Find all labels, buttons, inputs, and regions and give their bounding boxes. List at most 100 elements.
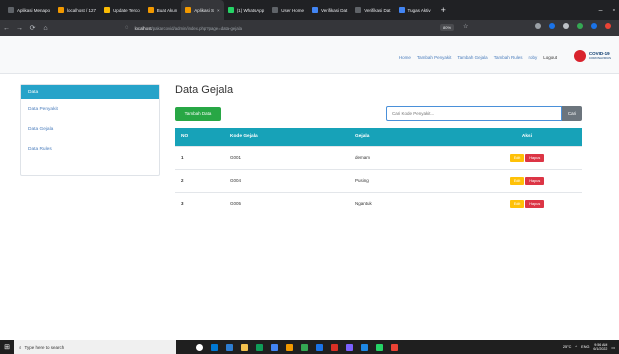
address-bar[interactable]: ◌ localhost /pakarcovid/admin/index.php?…	[125, 23, 475, 33]
sidebar-item-data[interactable]: Data	[21, 85, 159, 99]
edit-button[interactable]: Edit	[509, 176, 525, 185]
menu-icon[interactable]	[605, 23, 611, 29]
taskbar-search[interactable]: ⌕ Type here to search	[14, 340, 176, 354]
bookmark-star-icon[interactable]: ☆	[463, 23, 468, 30]
add-data-button[interactable]: Tambah Data	[175, 107, 221, 121]
url-path: /pakarcovid/admin/index.php?page=data-ge…	[151, 25, 242, 31]
search-input[interactable]	[386, 106, 562, 121]
search-button[interactable]: Cari	[562, 106, 582, 121]
tab-label: Tugas Aktiv	[407, 7, 431, 13]
browser-toolbar: ← → ⟳ ⌂ ◌ localhost /pakarcovid/admin/in…	[0, 20, 619, 36]
nav-user[interactable]: roby	[528, 55, 537, 60]
mail-icon[interactable]	[226, 343, 233, 351]
maximize-button[interactable]: ▫	[613, 7, 615, 14]
profile-icon[interactable]	[591, 23, 597, 29]
edge-icon[interactable]	[256, 343, 263, 351]
pdf-icon[interactable]	[391, 343, 398, 351]
taskbar-search-text: Type here to search	[24, 344, 65, 350]
download-icon[interactable]	[549, 23, 555, 29]
whatsapp-icon[interactable]	[376, 343, 383, 351]
chrome-icon[interactable]	[301, 343, 308, 351]
logout-link[interactable]: Logout	[543, 55, 557, 60]
cell-gejala: demam	[355, 155, 371, 160]
sidebar-item-data-penyakit[interactable]: Data Penyakit	[21, 99, 159, 119]
library-icon[interactable]	[563, 23, 569, 29]
notification-icon[interactable]: ▭	[611, 345, 615, 350]
delete-button[interactable]: Hapus	[525, 153, 545, 162]
header-kode-gejala: Kode Gejala	[230, 134, 258, 140]
home-button[interactable]: ⌂	[39, 25, 52, 32]
nav-tambah-gejala[interactable]: Tambah Gejala	[457, 55, 487, 60]
browser-tab[interactable]: Aplikasi Menapo	[4, 0, 54, 20]
cell-no: 3	[181, 201, 184, 207]
close-icon[interactable]: ×	[217, 8, 220, 13]
nav-home[interactable]: Home	[399, 55, 411, 60]
cell-aksi: Edit Hapus	[472, 192, 582, 215]
browser-tab[interactable]: User Home	[268, 0, 308, 20]
browser-tab[interactable]: Aplikasi S ×	[181, 0, 224, 20]
logo-subtext: CORONAVIRUS	[588, 56, 611, 60]
browser-tab[interactable]: localhost / 127	[54, 0, 100, 20]
tab-label: Update Terco	[113, 7, 140, 13]
nav-tambah-penyakit[interactable]: Tambah Penyakit	[417, 55, 452, 60]
tab-label: Buat Akun	[156, 7, 178, 13]
browser-tab-strip: Aplikasi Menapo localhost / 127 Update Ter…	[0, 0, 619, 20]
header-gejala: Gejala	[355, 134, 370, 140]
search-icon: ⌕	[19, 344, 22, 350]
cell-kode: G004	[230, 178, 242, 183]
browser-tab[interactable]: Verifikasi Dat	[351, 0, 394, 20]
window-controls: – ▫	[599, 0, 615, 20]
search-form: Cari	[386, 106, 582, 121]
taskbar: ⊞ ⌕ Type here to search 25°C ^ ENG 9:56 …	[0, 340, 619, 354]
tab-label: Verifikasi Dat	[320, 7, 348, 13]
cell-aksi: Edit Hapus	[472, 169, 582, 192]
task-view-icon[interactable]	[211, 343, 218, 351]
edit-button[interactable]: Edit	[509, 153, 525, 162]
extension-icon[interactable]	[577, 23, 583, 29]
teams-icon[interactable]	[316, 343, 323, 351]
xampp-icon[interactable]	[286, 343, 293, 351]
cell-kode: G005	[230, 201, 242, 207]
store-icon[interactable]	[271, 343, 278, 351]
sidebar-item-data-gejala[interactable]: Data Gejala	[21, 119, 159, 139]
shield-extension-icon[interactable]	[535, 23, 541, 29]
windows-start-icon[interactable]: ⊞	[0, 343, 14, 351]
app-icon[interactable]	[361, 343, 368, 351]
browser-tab[interactable]: Buat Akun	[144, 0, 182, 20]
reload-button[interactable]: ⟳	[26, 24, 39, 32]
tab-label: Aplikasi Menapo	[17, 7, 51, 13]
cell-gejala: Ngantuk	[355, 201, 372, 207]
clock[interactable]: 9:56 AM 6/1/2022	[593, 343, 607, 352]
back-button[interactable]: ←	[0, 25, 13, 32]
virus-icon	[573, 50, 586, 62]
forward-button[interactable]: →	[13, 25, 26, 32]
tab-label: User Home	[281, 7, 304, 13]
file-explorer-icon[interactable]	[241, 343, 248, 351]
favicon-icon	[272, 7, 279, 13]
nav-tambah-rules[interactable]: Tambah Rules	[494, 55, 523, 60]
minimize-button[interactable]: –	[599, 7, 603, 14]
header-aksi: Aksi	[521, 134, 533, 140]
favicon-icon	[8, 7, 14, 13]
sidebar-item-data-rules[interactable]: Data Rules	[21, 139, 159, 159]
delete-button[interactable]: Hapus	[525, 199, 545, 208]
edit-button[interactable]: Edit	[509, 199, 525, 208]
browser-tab[interactable]: Update Terco	[100, 0, 144, 20]
browser-tab[interactable]: Verifikasi Dat	[308, 0, 351, 20]
cortana-icon[interactable]	[196, 343, 203, 351]
zoom-indicator[interactable]: 80%	[440, 24, 455, 31]
weather-text[interactable]: 25°C	[563, 345, 571, 349]
office-icon[interactable]	[331, 343, 338, 351]
new-tab-button[interactable]: +	[435, 5, 452, 15]
delete-button[interactable]: Hapus	[525, 176, 545, 185]
browser-tab[interactable]: Tugas Aktiv	[395, 0, 435, 20]
browser-tab[interactable]: (1) WhatsApp	[224, 0, 269, 20]
favicon-icon	[58, 7, 65, 13]
url-host: localhost	[134, 25, 152, 31]
chevron-up-icon[interactable]: ^	[575, 345, 577, 349]
language-indicator[interactable]: ENG	[581, 345, 589, 349]
cell-gejala: Pusing	[355, 178, 369, 183]
extensions-area	[535, 23, 611, 29]
tab-list: Aplikasi Menapo localhost / 127 Update Ter…	[4, 0, 435, 20]
vscode-icon[interactable]	[346, 343, 353, 351]
